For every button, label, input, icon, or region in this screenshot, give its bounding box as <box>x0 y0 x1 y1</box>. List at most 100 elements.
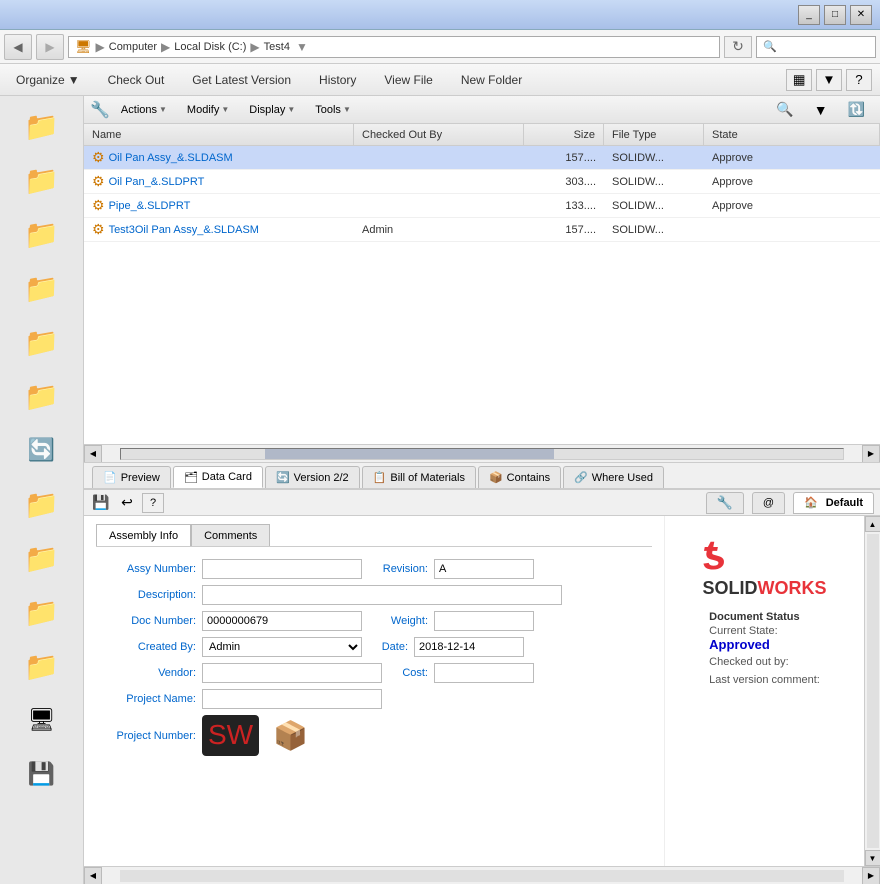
refresh2-button[interactable]: 🔃 <box>839 99 874 121</box>
col-header-name[interactable]: Name <box>84 124 354 145</box>
organize-button[interactable]: Organize ▼ <box>8 68 88 92</box>
filetype-3: SOLIDW... <box>612 200 664 212</box>
assy-number-input[interactable] <box>202 559 362 579</box>
weight-label: Weight: <box>368 615 428 627</box>
detail-help-button[interactable]: ? <box>142 493 164 513</box>
sidebar-item-3[interactable]: 📁 <box>14 208 70 260</box>
close-button[interactable]: ✕ <box>850 5 872 25</box>
get-latest-button[interactable]: Get Latest Version <box>184 68 299 92</box>
created-by-select[interactable]: Admin <box>202 637 362 657</box>
address-icon: 🖥 <box>75 39 92 55</box>
maximize-button[interactable]: □ <box>824 5 846 25</box>
table-row[interactable]: ⚙ Oil Pan_&.SLDPRT 303.... SOLIDW... App… <box>84 170 880 194</box>
sidebar-item-7[interactable]: 📁 <box>14 478 70 530</box>
zoom-button[interactable]: 🔍 <box>767 99 802 121</box>
description-row: Description: <box>96 585 652 605</box>
sidebar-item-drive[interactable]: 💾 <box>14 748 70 800</box>
path-dropdown[interactable]: ▼ <box>296 40 308 54</box>
scroll-track[interactable] <box>867 534 879 848</box>
toolbar-right: ▦ ▼ ? <box>786 69 872 91</box>
search-input[interactable] <box>756 36 876 58</box>
view-file-button[interactable]: View File <box>376 68 440 92</box>
path-test4: Test4 <box>264 41 290 53</box>
tab-preview[interactable]: 📄 Preview <box>92 466 171 488</box>
detail-save-button[interactable]: 💾 <box>90 493 112 513</box>
forward-button[interactable]: ▶ <box>36 34 64 60</box>
organize-label: Organize <box>16 73 65 87</box>
scroll-up-btn[interactable]: ▲ <box>865 516 880 532</box>
tab-datacard[interactable]: 🗂 Data Card <box>173 466 263 488</box>
tab-bom[interactable]: 📋 Bill of Materials <box>362 466 476 488</box>
revision-input[interactable] <box>434 559 534 579</box>
detail-tab-icon[interactable]: 🔧 <box>706 492 744 514</box>
actions-button[interactable]: Actions ▼ <box>112 99 176 121</box>
detail-hscroll-track[interactable] <box>120 870 844 882</box>
solidworks-text: SOLIDWORKS <box>702 578 826 599</box>
description-input[interactable] <box>202 585 562 605</box>
detail-hscroll-left[interactable]: ◀ <box>84 867 102 884</box>
checked-out-4: Admin <box>362 224 393 236</box>
date-input[interactable] <box>414 637 524 657</box>
file-icon-2: ⚙ <box>92 173 105 190</box>
ds-logo-text: ƾ <box>702 534 725 576</box>
version-tab-icon: 🔄 <box>276 471 290 484</box>
hscroll-right-btn[interactable]: ▶ <box>862 445 880 463</box>
scroll-down-btn[interactable]: ▼ <box>865 850 880 866</box>
table-row[interactable]: ⚙ Pipe_&.SLDPRT 133.... SOLIDW... Approv… <box>84 194 880 218</box>
col-header-state[interactable]: State <box>704 124 880 145</box>
back-button[interactable]: ◀ <box>4 34 32 60</box>
sidebar-item-8[interactable]: 📁 <box>14 532 70 584</box>
solidworks-logo: ƾ SOLIDWORKS <box>702 534 826 599</box>
project-name-input[interactable] <box>202 689 382 709</box>
sidebar-item-computer[interactable]: 🖥 <box>14 694 70 746</box>
vendor-input[interactable] <box>202 663 382 683</box>
col-header-filetype[interactable]: File Type <box>604 124 704 145</box>
detail-hscroll-right[interactable]: ▶ <box>862 867 880 884</box>
col-header-checkedby[interactable]: Checked Out By <box>354 124 524 145</box>
detail-tab-default[interactable]: 🏠 Default <box>793 492 874 514</box>
address-input[interactable]: 🖥 ▶ Computer ▶ Local Disk (C:) ▶ Test4 ▼ <box>68 36 720 58</box>
hscroll-left-btn[interactable]: ◀ <box>84 445 102 463</box>
filetype-4: SOLIDW... <box>612 224 664 236</box>
sidebar-item-6[interactable]: 📁 <box>14 370 70 422</box>
form-tab-assembly[interactable]: Assembly Info <box>96 524 191 546</box>
tab-version[interactable]: 🔄 Version 2/2 <box>265 466 360 488</box>
cost-input[interactable] <box>434 663 534 683</box>
sidebar-item-4[interactable]: 📁 <box>14 262 70 314</box>
forward-icon: ▶ <box>45 40 54 54</box>
file-name-4: Test3Oil Pan Assy_&.SLDASM <box>109 224 259 236</box>
tab-contains[interactable]: 📦 Contains <box>478 466 561 488</box>
table-row[interactable]: ⚙ Oil Pan Assy_&.SLDASM 157.... SOLIDW..… <box>84 146 880 170</box>
sidebar-item-2[interactable]: 📁 <box>14 154 70 206</box>
form-tab-comments[interactable]: Comments <box>191 524 270 546</box>
sidebar-item-refresh[interactable]: 🔄 <box>14 424 70 476</box>
help-button[interactable]: ? <box>846 69 872 91</box>
views-button[interactable]: ▦ <box>786 69 812 91</box>
sidebar-item-10[interactable]: 📁 <box>14 640 70 692</box>
modify-button[interactable]: Modify ▼ <box>178 99 238 121</box>
col-header-size[interactable]: Size <box>524 124 604 145</box>
sidebar-item-1[interactable]: 📁 <box>14 100 70 152</box>
sidebar-item-9[interactable]: 📁 <box>14 586 70 638</box>
works-text: WORKS <box>758 578 827 598</box>
display-button[interactable]: Display ▼ <box>240 99 304 121</box>
weight-input[interactable] <box>434 611 534 631</box>
tab-whereused[interactable]: 🔗 Where Used <box>563 466 664 488</box>
history-button[interactable]: History <box>311 68 364 92</box>
detail-tab-at[interactable]: @ <box>752 492 785 514</box>
folder-icon-2: 📁 <box>24 164 59 197</box>
table-row[interactable]: ⚙ Test3Oil Pan Assy_&.SLDASM Admin 157..… <box>84 218 880 242</box>
detail-back-button[interactable]: ↩ <box>116 493 138 513</box>
new-folder-button[interactable]: New Folder <box>453 68 530 92</box>
settings-button[interactable]: ▼ <box>805 99 837 121</box>
whereused-tab-icon: 🔗 <box>574 471 588 484</box>
views-dropdown[interactable]: ▼ <box>816 69 842 91</box>
refresh-button[interactable]: ↻ <box>724 36 752 58</box>
sw-icon-1: SW <box>202 715 259 756</box>
hscroll-track[interactable] <box>120 448 844 460</box>
tools-button[interactable]: Tools ▼ <box>306 99 360 121</box>
checkout-button[interactable]: Check Out <box>100 68 173 92</box>
doc-number-input[interactable] <box>202 611 362 631</box>
minimize-button[interactable]: _ <box>798 5 820 25</box>
sidebar-item-5[interactable]: 📁 <box>14 316 70 368</box>
